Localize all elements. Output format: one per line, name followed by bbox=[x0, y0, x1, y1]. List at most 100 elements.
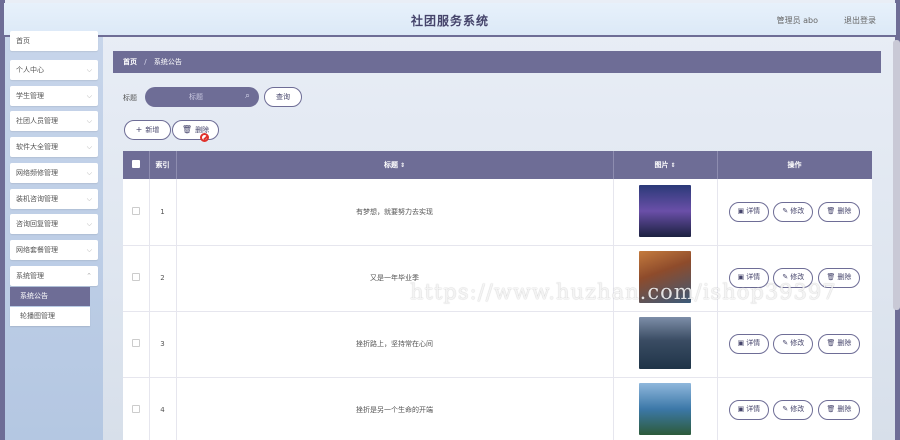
row-checkbox[interactable] bbox=[131, 206, 140, 215]
row-title: 挫折路上，坚持常在心间 bbox=[176, 311, 614, 378]
detail-icon: ▣ bbox=[737, 405, 745, 413]
row-delete-button[interactable]: 🗑 删除 bbox=[817, 268, 861, 288]
sidebar-item-install-consult[interactable]: 装机咨询管理 ⌵ bbox=[10, 189, 98, 209]
chevron-down-icon: ⌵ bbox=[86, 143, 92, 151]
scrollbar[interactable] bbox=[893, 40, 900, 310]
row-checkbox-cell[interactable] bbox=[123, 179, 150, 246]
sort-icon[interactable]: ⇕ bbox=[670, 162, 675, 169]
table-header-row: 索引 标题 ⇕ 图片 ⇕ 操作 bbox=[123, 151, 872, 179]
edit-button[interactable]: ✎ 修改 bbox=[773, 334, 814, 354]
edit-button-label: 修改 bbox=[790, 405, 805, 413]
row-thumbnail bbox=[639, 317, 691, 369]
query-button[interactable]: 查询 bbox=[264, 87, 302, 107]
row-ops: ▣ 详情 ✎ 修改 🗑 删除 bbox=[717, 179, 872, 246]
row-ops: ▣ 详情 ✎ 修改 🗑 删除 bbox=[717, 377, 872, 440]
select-all-checkbox[interactable] bbox=[131, 160, 140, 168]
sidebar-item-label: 网络频修管理 bbox=[16, 169, 58, 177]
row-ops: ▣ 详情 ✎ 修改 🗑 删除 bbox=[717, 311, 872, 378]
row-checkbox-cell[interactable] bbox=[123, 377, 150, 440]
sidebar-item-club-members[interactable]: 社团人员管理 ⌵ bbox=[10, 111, 98, 131]
row-image-cell bbox=[613, 377, 718, 440]
sidebar-item-network-repair[interactable]: 网络频修管理 ⌵ bbox=[10, 163, 98, 183]
row-image-cell bbox=[613, 245, 718, 312]
sidebar-item-personal[interactable]: 个人中心 ⌵ bbox=[10, 60, 98, 80]
sidebar-item-label: 软件大全管理 bbox=[16, 143, 58, 151]
search-input[interactable] bbox=[145, 87, 259, 107]
plus-icon: + bbox=[135, 125, 143, 134]
sidebar-item-label: 系统管理 bbox=[16, 272, 44, 280]
row-ops: ▣ 详情 ✎ 修改 🗑 删除 bbox=[717, 245, 872, 312]
edit-button-label: 修改 bbox=[790, 273, 805, 281]
add-button-label: 新增 bbox=[145, 126, 160, 134]
row-delete-button[interactable]: 🗑 删除 bbox=[817, 334, 861, 354]
row-index: 1 bbox=[149, 179, 177, 246]
sidebar-item-software[interactable]: 软件大全管理 ⌵ bbox=[10, 137, 98, 157]
chevron-down-icon: ⌵ bbox=[86, 92, 92, 100]
sidebar-item-label: 个人中心 bbox=[16, 66, 44, 74]
chevron-down-icon: ⌵ bbox=[86, 66, 92, 74]
detail-button[interactable]: ▣ 详情 bbox=[728, 400, 770, 420]
header-image-label: 图片 bbox=[654, 161, 669, 169]
select-all-cell[interactable] bbox=[123, 151, 150, 179]
header-ops: 操作 bbox=[717, 151, 872, 179]
detail-icon: ▣ bbox=[737, 206, 745, 215]
header-image[interactable]: 图片 ⇕ bbox=[613, 151, 718, 179]
row-checkbox-cell[interactable] bbox=[123, 245, 150, 312]
sidebar-item-system[interactable]: 系统管理 ⌃ bbox=[10, 266, 98, 286]
detail-button-label: 详情 bbox=[746, 206, 761, 215]
logout-link[interactable]: 退出登录 bbox=[844, 15, 876, 26]
detail-button-label: 详情 bbox=[746, 405, 761, 413]
edit-button-label: 修改 bbox=[790, 206, 805, 215]
top-header: 社团服务系统 管理员 abo 退出登录 bbox=[4, 3, 896, 37]
row-delete-button-label: 删除 bbox=[837, 206, 852, 215]
edit-button-label: 修改 bbox=[790, 339, 805, 347]
row-image-cell bbox=[613, 311, 718, 378]
row-delete-button-label: 删除 bbox=[837, 405, 852, 413]
edit-button[interactable]: ✎ 修改 bbox=[773, 400, 814, 420]
chevron-down-icon: ⌵ bbox=[86, 169, 92, 177]
row-thumbnail bbox=[639, 251, 691, 303]
edit-icon: ✎ bbox=[782, 273, 789, 281]
chevron-down-icon: ⌵ bbox=[86, 220, 92, 228]
submenu-item-announcement[interactable]: 系统公告 bbox=[10, 287, 90, 306]
sort-icon[interactable]: ⇕ bbox=[400, 162, 405, 169]
row-title: 挫折是另一个生命的开端 bbox=[176, 377, 614, 440]
row-delete-button[interactable]: 🗑 删除 bbox=[817, 201, 861, 222]
chevron-down-icon: ⌵ bbox=[86, 195, 92, 203]
trash-icon: 🗑 bbox=[826, 405, 836, 413]
sidebar-item-label: 咨询回复管理 bbox=[16, 220, 58, 228]
detail-button[interactable]: ▣ 详情 bbox=[728, 268, 770, 288]
sidebar-item-network-package[interactable]: 网络套餐管理 ⌵ bbox=[10, 240, 98, 260]
row-checkbox[interactable] bbox=[131, 273, 140, 281]
detail-button[interactable]: ▣ 详情 bbox=[728, 201, 770, 222]
edit-button[interactable]: ✎ 修改 bbox=[773, 201, 814, 222]
detail-button-label: 详情 bbox=[746, 273, 761, 281]
row-checkbox-cell[interactable] bbox=[123, 311, 150, 378]
submenu-item-carousel[interactable]: 轮播图管理 bbox=[10, 307, 90, 326]
row-delete-button[interactable]: 🗑 删除 bbox=[817, 400, 861, 420]
search-label: 标题 bbox=[123, 94, 137, 102]
detail-icon: ▣ bbox=[737, 273, 745, 281]
row-thumbnail bbox=[639, 184, 691, 237]
chevron-down-icon: ⌵ bbox=[86, 117, 92, 125]
sidebar-item-home[interactable]: 首页 bbox=[10, 31, 98, 51]
app-title: 社团服务系统 bbox=[410, 14, 489, 28]
sidebar-item-students[interactable]: 学生管理 ⌵ bbox=[10, 86, 98, 106]
detail-icon: ▣ bbox=[737, 339, 745, 347]
sidebar-item-consult-reply[interactable]: 咨询回复管理 ⌵ bbox=[10, 214, 98, 234]
row-checkbox[interactable] bbox=[131, 339, 140, 347]
header-title[interactable]: 标题 ⇕ bbox=[176, 151, 614, 179]
edit-button[interactable]: ✎ 修改 bbox=[773, 268, 814, 288]
breadcrumb-home[interactable]: 首页 bbox=[123, 58, 137, 66]
trash-icon: 🗑 bbox=[826, 273, 836, 281]
table-row: 3 挫折路上，坚持常在心间 ▣ 详情 ✎ 修改 🗑 删除 bbox=[123, 311, 872, 378]
row-image-cell bbox=[613, 179, 718, 246]
sidebar-item-label: 学生管理 bbox=[16, 92, 44, 100]
chevron-down-icon: ⌵ bbox=[86, 246, 92, 254]
sidebar-item-label: 装机咨询管理 bbox=[16, 195, 58, 203]
delete-button[interactable]: 🗑 删除 bbox=[172, 120, 219, 140]
add-button[interactable]: + 新增 bbox=[124, 120, 171, 140]
trash-icon: 🗑 bbox=[826, 206, 836, 215]
row-checkbox[interactable] bbox=[131, 405, 140, 413]
detail-button[interactable]: ▣ 详情 bbox=[728, 334, 770, 354]
